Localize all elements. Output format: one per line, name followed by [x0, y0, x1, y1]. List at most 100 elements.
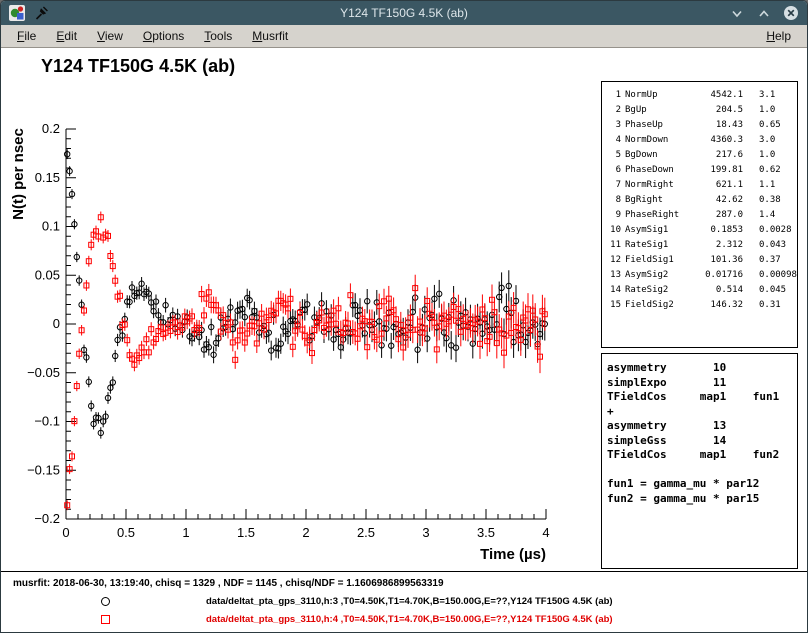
param-no: 7	[607, 178, 621, 193]
param-no: 4	[607, 133, 621, 148]
param-row: 5BgDown217.61.0	[607, 148, 793, 163]
param-name: BgUp	[625, 103, 687, 118]
param-value: 18.43	[691, 118, 743, 133]
svg-text:0.5: 0.5	[117, 525, 135, 540]
svg-text:−0.15: −0.15	[27, 462, 60, 477]
plot-area: Y124 TF150G 4.5K (ab) 00.511.522.533.54−…	[1, 48, 808, 633]
param-no: 10	[607, 223, 621, 238]
svg-text:3: 3	[422, 525, 429, 540]
param-name: PhaseDown	[625, 163, 687, 178]
param-row: 6PhaseDown199.810.62	[607, 163, 793, 178]
param-name: RateSig1	[625, 238, 687, 253]
param-row: 15 FieldSig2 146.32 0.31	[607, 298, 793, 313]
app-icon[interactable]	[8, 5, 25, 22]
svg-text:0.05: 0.05	[35, 267, 60, 282]
axis-labels: 00.511.522.533.54−0.2−0.15−0.1−0.0500.05…	[10, 121, 550, 563]
param-error: 0.38	[747, 193, 793, 208]
param-row: 2 BgUp 204.5 1.0	[607, 103, 793, 118]
legend-label: data/deltat_pta_gps_3110,h:4 ,T0=4.50K,T…	[206, 614, 613, 625]
param-row: 8 BgRight 42.62 0.38	[607, 193, 793, 208]
param-no: 3	[607, 118, 621, 133]
param-error: 1.0	[747, 103, 793, 118]
param-row: 3PhaseUp18.430.65	[607, 118, 793, 133]
menu-tools[interactable]: Tools	[194, 26, 242, 46]
param-error: 0.045	[747, 283, 793, 298]
minimize-button[interactable]	[728, 4, 746, 22]
param-no: 12	[607, 253, 621, 268]
param-value: 0.1853	[691, 223, 743, 238]
legend-row: data/deltat_pta_gps_3110,h:4 ,T0=4.50K,T…	[1, 612, 808, 628]
maximize-button[interactable]	[755, 4, 773, 22]
param-value: 101.36	[691, 253, 743, 268]
window: Y124 TF150G 4.5K (ab) File Edit View Opt…	[0, 0, 808, 633]
param-no: 2	[607, 103, 621, 118]
param-no: 6	[607, 163, 621, 178]
param-row: 12FieldSig1101.360.37	[607, 253, 793, 268]
param-name: NormUp	[625, 88, 687, 103]
param-no: 8	[607, 193, 621, 208]
param-no: 13	[607, 268, 621, 283]
param-name: BgRight	[625, 193, 687, 208]
param-name: NormDown	[625, 133, 687, 148]
menu-edit[interactable]: Edit	[46, 26, 87, 46]
fit-info: musrfit: 2018-06-30, 13:19:40, chisq = 1…	[13, 578, 444, 589]
param-value: 146.32	[691, 298, 743, 313]
svg-text:3.5: 3.5	[477, 525, 495, 540]
svg-text:0: 0	[62, 525, 69, 540]
param-name: NormRight	[625, 178, 687, 193]
param-error: 0.62	[747, 163, 793, 178]
param-error: 0.37	[747, 253, 793, 268]
param-value: 42.62	[691, 193, 743, 208]
svg-text:−0.05: −0.05	[27, 365, 60, 380]
menu-help[interactable]: Help	[756, 26, 801, 46]
plot-canvas[interactable]: 00.511.522.533.54−0.2−0.15−0.1−0.0500.05…	[1, 79, 576, 571]
param-no: 11	[607, 238, 621, 253]
param-value: 287.0	[691, 208, 743, 223]
legend-label: data/deltat_pta_gps_3110,h:3 ,T0=4.50K,T…	[206, 596, 613, 607]
menubar: File Edit View Options Tools Musrfit Hel…	[1, 25, 807, 48]
param-error: 0.00098	[747, 268, 797, 283]
param-value: 204.5	[691, 103, 743, 118]
svg-text:−0.1: −0.1	[34, 414, 60, 429]
svg-text:0: 0	[53, 316, 60, 331]
x-axis-title: Time (µs)	[480, 546, 546, 563]
param-error: 0.31	[747, 298, 793, 313]
menu-file[interactable]: File	[7, 26, 46, 46]
legend-marker-circle-icon	[101, 597, 110, 606]
param-error: 3.0	[747, 133, 793, 148]
legend-row: data/deltat_pta_gps_3110,h:3 ,T0=4.50K,T…	[1, 594, 808, 610]
param-error: 1.4	[747, 208, 793, 223]
plot-title: Y124 TF150G 4.5K (ab)	[41, 56, 235, 77]
window-controls	[728, 4, 800, 22]
menu-options[interactable]: Options	[133, 26, 194, 46]
svg-text:4: 4	[542, 525, 549, 540]
menu-view[interactable]: View	[87, 26, 133, 46]
param-row: 14RateSig20.5140.045	[607, 283, 793, 298]
param-error: 0.0028	[747, 223, 793, 238]
pin-icon[interactable]	[32, 5, 49, 22]
param-name: AsymSig2	[625, 268, 687, 283]
series-square-points	[65, 212, 548, 511]
param-value: 2.312	[691, 238, 743, 253]
menu-musrfit[interactable]: Musrfit	[242, 26, 298, 46]
param-no: 15	[607, 298, 621, 313]
param-name: FieldSig2	[625, 298, 687, 313]
param-row: 9PhaseRight287.01.4	[607, 208, 793, 223]
param-error: 0.043	[747, 238, 793, 253]
parameter-table: 1NormUp4542.13.12BgUp204.51.03PhaseUp18.…	[601, 81, 798, 348]
svg-text:−0.2: −0.2	[34, 511, 60, 526]
close-button[interactable]	[782, 4, 800, 22]
param-no: 1	[607, 88, 621, 103]
window-title: Y124 TF150G 4.5K (ab)	[1, 6, 807, 20]
param-value: 0.01716	[691, 268, 743, 283]
param-row: 7NormRight621.11.1	[607, 178, 793, 193]
titlebar[interactable]: Y124 TF150G 4.5K (ab)	[1, 1, 807, 25]
param-name: PhaseRight	[625, 208, 687, 223]
param-row: 13AsymSig20.017160.00098	[607, 268, 793, 283]
param-error: 0.65	[747, 118, 793, 133]
svg-text:1: 1	[182, 525, 189, 540]
legend-marker-square-icon	[101, 615, 110, 624]
theory-block: asymmetry 10 simplExpo 11 TFieldCos map1…	[601, 353, 798, 569]
param-value: 4360.3	[691, 133, 743, 148]
param-row: 10AsymSig10.18530.0028	[607, 223, 793, 238]
